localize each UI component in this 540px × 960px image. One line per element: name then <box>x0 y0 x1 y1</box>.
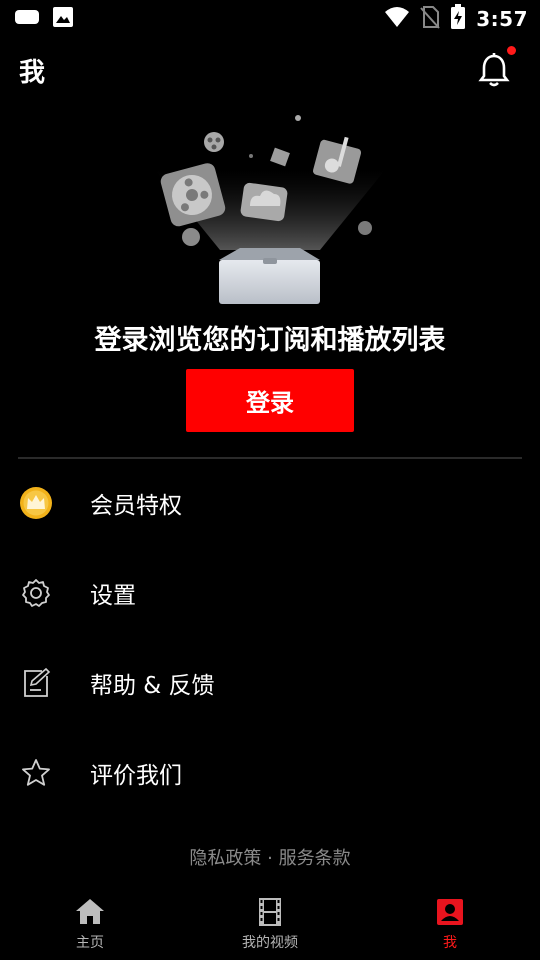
menu-item-membership[interactable]: 会员特权 <box>0 458 540 548</box>
nav-me[interactable]: 我 <box>360 888 540 960</box>
menu-item-settings[interactable]: 设置 <box>0 548 540 638</box>
nav-label: 我 <box>443 935 457 951</box>
battery-charging-icon <box>450 4 466 34</box>
gear-icon <box>18 575 54 611</box>
menu-item-label: 帮助 & 反馈 <box>90 673 215 699</box>
bottom-nav: 主页 我的视频 我 <box>0 888 540 960</box>
footer-links: 隐私政策 · 服务条款 <box>0 844 540 870</box>
menu-item-label: 评价我们 <box>90 763 182 789</box>
image-icon <box>52 6 74 32</box>
terms-of-service-link[interactable]: 服务条款 <box>279 848 351 869</box>
nav-home[interactable]: 主页 <box>0 888 180 960</box>
menu-item-help-feedback[interactable]: 帮助 & 反馈 <box>0 638 540 728</box>
login-prompt: 登录浏览您的订阅和播放列表 <box>94 325 446 356</box>
notifications-button[interactable] <box>478 46 516 88</box>
status-time: 3:57 <box>476 7 528 31</box>
wifi-icon <box>384 6 410 32</box>
star-icon <box>18 755 54 791</box>
menu-item-label: 会员特权 <box>90 493 182 519</box>
app-header: 我 <box>0 44 540 100</box>
notification-dot <box>507 46 516 55</box>
privacy-policy-link[interactable]: 隐私政策 <box>189 848 261 869</box>
menu-item-rate-us[interactable]: 评价我们 <box>0 728 540 818</box>
footer-separator: · <box>267 848 273 869</box>
login-button[interactable]: 登录 <box>186 369 354 432</box>
no-sim-icon <box>420 5 440 33</box>
nav-my-videos[interactable]: 我的视频 <box>180 888 360 960</box>
crown-icon <box>18 485 54 521</box>
home-icon <box>76 899 104 924</box>
film-icon <box>259 898 281 926</box>
nav-label: 主页 <box>76 935 104 951</box>
profile-icon <box>437 899 463 925</box>
feedback-icon <box>18 665 54 701</box>
nav-label: 我的视频 <box>242 935 298 951</box>
page-title: 我 <box>19 58 46 88</box>
bell-icon <box>478 53 510 87</box>
hero-illustration <box>150 110 390 310</box>
menu-item-label: 设置 <box>90 583 136 609</box>
status-bar: 3:57 <box>0 0 540 36</box>
keyboard-icon <box>14 8 40 30</box>
